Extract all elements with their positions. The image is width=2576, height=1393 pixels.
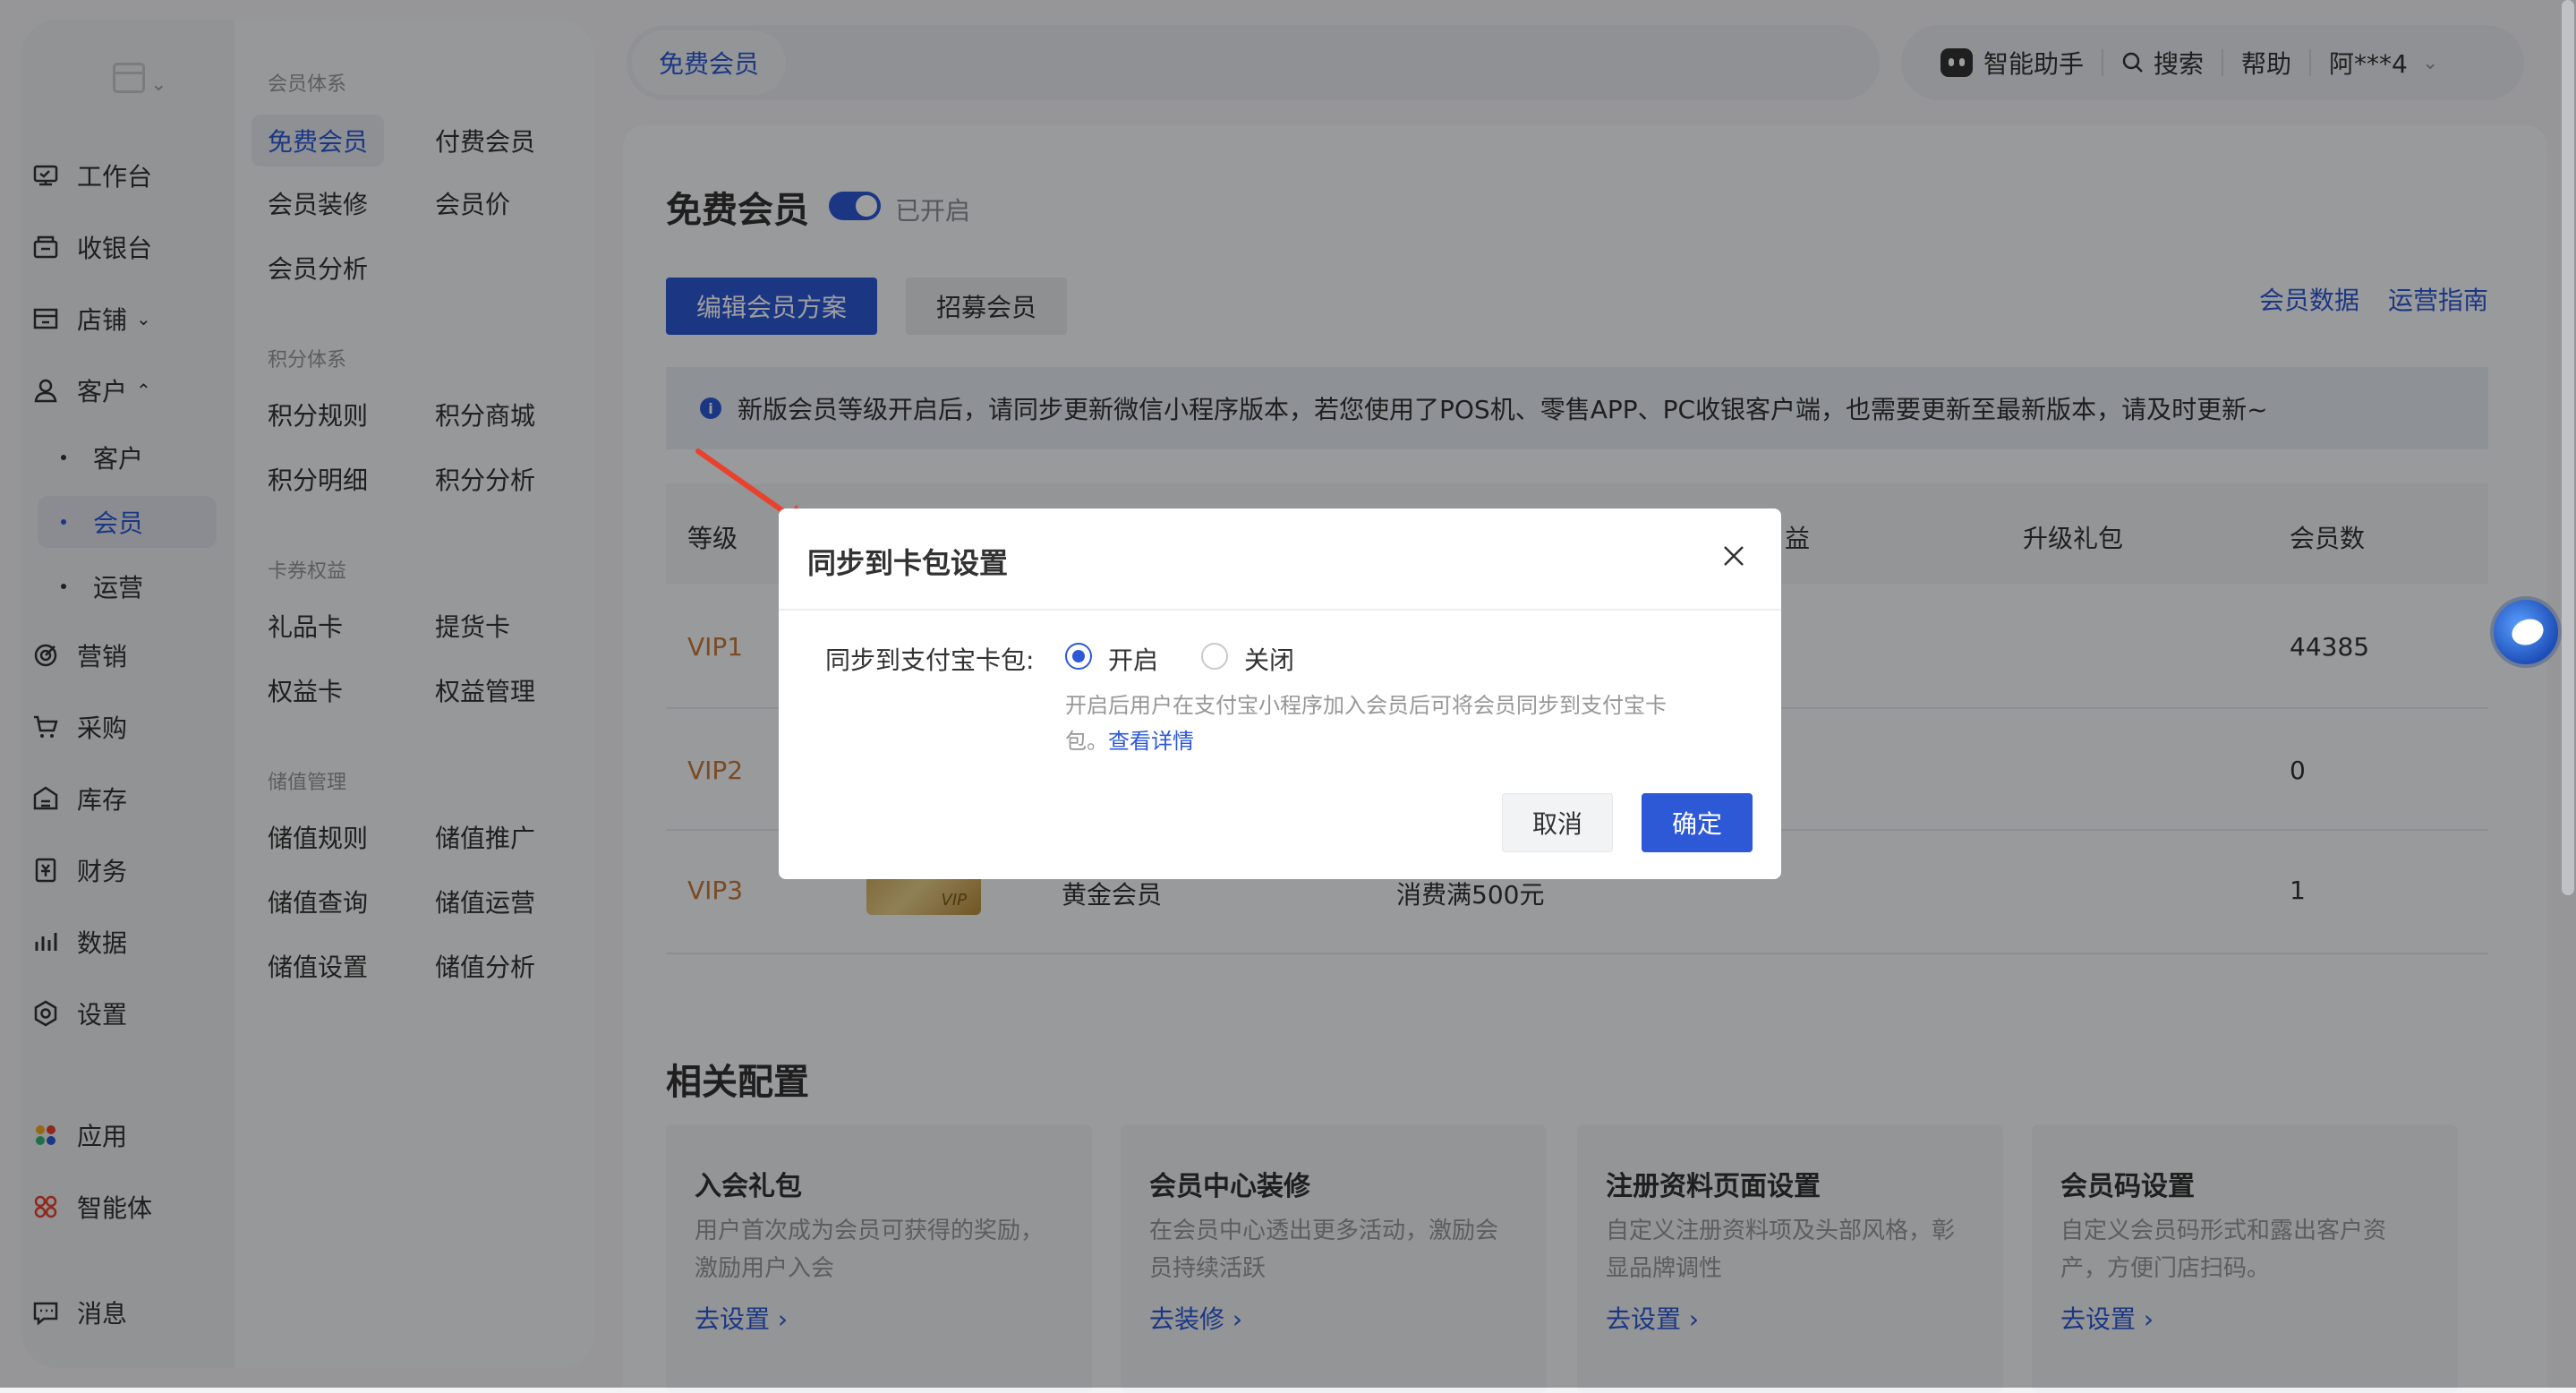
scrollbar[interactable]	[2562, 0, 2574, 895]
modal-title: 同步到卡包设置	[807, 546, 1009, 580]
cancel-button[interactable]: 取消	[1502, 793, 1613, 852]
sync-alipay-label: 同步到支付宝卡包:	[825, 645, 1035, 675]
modal-help-text: 开启后用户在支付宝小程序加入会员后可将会员同步到支付宝卡包。查看详情	[1065, 688, 1674, 759]
radio-on-label[interactable]: 开启	[1108, 641, 1158, 677]
radio-off-label[interactable]: 关闭	[1244, 641, 1294, 677]
radio-on[interactable]	[1065, 643, 1092, 670]
close-icon[interactable]	[1720, 543, 1747, 569]
modal-header: 同步到卡包设置	[779, 508, 1781, 611]
sync-card-modal: 同步到卡包设置 同步到支付宝卡包: 开启 关闭 开启后用户在支付宝小程序加入会员…	[779, 508, 1781, 879]
view-details-link[interactable]: 查看详情	[1108, 729, 1194, 754]
radio-off[interactable]	[1201, 643, 1228, 670]
floating-assistant-icon[interactable]	[2490, 596, 2562, 668]
confirm-button[interactable]: 确定	[1642, 793, 1753, 852]
